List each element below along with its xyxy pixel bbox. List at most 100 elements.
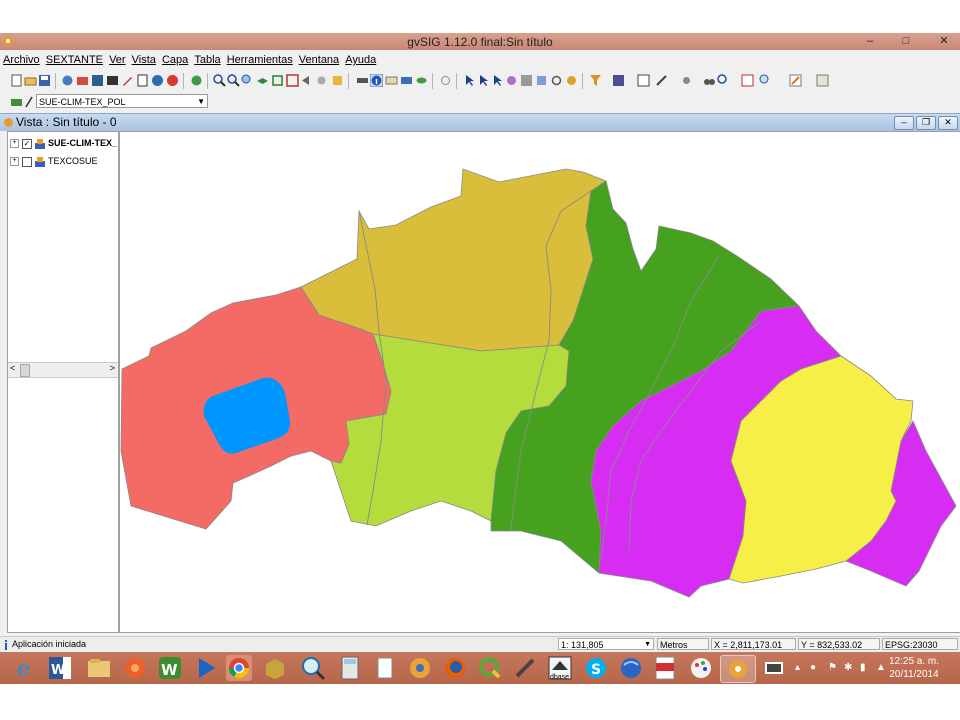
skype-icon[interactable]: S: [583, 655, 609, 681]
scrollbar-thumb[interactable]: [20, 364, 30, 377]
cursor-icon[interactable]: [680, 74, 693, 87]
locator-icon[interactable]: [331, 74, 344, 87]
scale-combo[interactable]: 1: 131,805 ▼: [558, 638, 654, 650]
layer-checkbox-checked[interactable]: ✓: [22, 138, 32, 149]
firefox-icon[interactable]: [442, 655, 468, 681]
zoom-out-icon[interactable]: [227, 74, 240, 87]
gvsig-active-task[interactable]: [720, 655, 756, 683]
menu-ayuda[interactable]: Ayuda: [345, 54, 376, 66]
battery-icon[interactable]: ▮: [860, 662, 866, 673]
view-close-button[interactable]: ✕: [938, 116, 958, 130]
menu-ventana[interactable]: Ventana: [299, 54, 339, 66]
select-poly-icon[interactable]: [491, 74, 504, 87]
menu-capa[interactable]: Capa: [162, 54, 188, 66]
select-pointer-icon[interactable]: [463, 74, 476, 87]
filter-icon[interactable]: [589, 74, 602, 87]
layer-combo[interactable]: SUE-CLIM-TEX_POL ▼: [36, 94, 208, 108]
scroll-right-icon[interactable]: >: [110, 363, 115, 373]
tray-expand-icon[interactable]: ▴: [795, 662, 800, 673]
tool-icon[interactable]: [512, 655, 538, 681]
select-rect-icon[interactable]: [477, 74, 490, 87]
zoom-box-icon[interactable]: [286, 74, 299, 87]
properties-icon[interactable]: [612, 74, 625, 87]
network-icon[interactable]: ●: [810, 662, 816, 673]
toolbox-icon[interactable]: [76, 74, 89, 87]
edit-icon[interactable]: [121, 74, 134, 87]
flag-icon[interactable]: ⚑: [828, 662, 837, 673]
full-extent-icon[interactable]: [271, 74, 284, 87]
expand-icon[interactable]: +: [10, 157, 19, 167]
magnifier-icon[interactable]: [759, 74, 772, 87]
measure-icon[interactable]: [356, 74, 369, 87]
leaf-icon[interactable]: [415, 74, 428, 87]
map-view[interactable]: [119, 131, 960, 633]
select-all-icon[interactable]: [520, 74, 533, 87]
previous-zoom-icon[interactable]: [300, 74, 313, 87]
ie-icon[interactable]: e: [13, 655, 39, 681]
help-icon[interactable]: [151, 74, 164, 87]
table-icon[interactable]: [385, 74, 398, 87]
paint-icon[interactable]: [688, 655, 714, 681]
edit-layer-icon[interactable]: [10, 95, 23, 108]
layers-icon[interactable]: [256, 74, 269, 87]
tools-icon[interactable]: [655, 74, 668, 87]
explorer-icon[interactable]: [86, 655, 112, 681]
map-canvas[interactable]: [120, 132, 960, 632]
expand-icon[interactable]: +: [10, 139, 19, 149]
qgis-icon[interactable]: [477, 655, 503, 681]
word-icon[interactable]: W: [47, 655, 73, 681]
menu-archivo[interactable]: Archivo: [3, 54, 40, 66]
chrome-icon[interactable]: [226, 655, 252, 681]
view-minimize-button[interactable]: –: [894, 116, 914, 130]
open-folder-icon[interactable]: [24, 74, 37, 87]
w-icon[interactable]: W: [157, 655, 183, 681]
close-button[interactable]: ✕: [936, 34, 952, 48]
toc-horizontal-scrollbar[interactable]: < >: [8, 362, 118, 378]
keyboard-icon[interactable]: [765, 662, 783, 674]
zoom-select-icon[interactable]: [241, 74, 254, 87]
earth-icon[interactable]: [618, 655, 644, 681]
new-file-icon[interactable]: [10, 74, 23, 87]
gvsig-icon[interactable]: [407, 655, 433, 681]
select-circle-icon[interactable]: [505, 74, 518, 87]
save-icon[interactable]: [38, 74, 51, 87]
clear-select-icon[interactable]: [565, 74, 578, 87]
chevron-down-icon[interactable]: ▼: [197, 95, 205, 109]
app-icon[interactable]: [122, 655, 148, 681]
minimize-button[interactable]: –: [862, 34, 878, 48]
box-icon[interactable]: [262, 655, 288, 681]
invert-select-icon[interactable]: [550, 74, 563, 87]
system-clock[interactable]: 12:25 a. m. 20/11/2014: [886, 655, 942, 681]
select-layer-icon[interactable]: [535, 74, 548, 87]
sextante-icon[interactable]: [61, 74, 74, 87]
calc-icon[interactable]: [337, 655, 363, 681]
map-region-mustard[interactable]: [300, 168, 607, 352]
bluetooth-icon[interactable]: ✱: [844, 662, 852, 673]
search-icon[interactable]: [300, 655, 326, 681]
view-restore-button[interactable]: ❐: [916, 116, 936, 130]
edit-layer-icon[interactable]: [789, 74, 802, 87]
stop-icon[interactable]: [166, 74, 179, 87]
menu-ver[interactable]: Ver: [109, 54, 126, 66]
export-icon[interactable]: [816, 74, 829, 87]
menu-sextante[interactable]: SEXTANTE: [46, 54, 103, 66]
menu-herramientas[interactable]: Herramientas: [227, 54, 293, 66]
grid-icon[interactable]: [637, 74, 650, 87]
pan-icon[interactable]: [315, 74, 328, 87]
graph-icon[interactable]: [400, 74, 413, 87]
pdf-icon[interactable]: [652, 655, 678, 681]
binoculars-icon[interactable]: [703, 74, 716, 87]
command-icon[interactable]: [106, 74, 119, 87]
signal-icon[interactable]: ▲: [876, 662, 886, 673]
hyperlink-icon[interactable]: [439, 74, 452, 87]
maximize-button[interactable]: □: [898, 34, 914, 48]
toc-layer-texcosue[interactable]: + TEXCOSUE: [10, 154, 98, 168]
file-icon[interactable]: [372, 655, 398, 681]
info-icon[interactable]: [370, 74, 383, 87]
toc-layer-sue-clim[interactable]: + ✓ SUE-CLIM-TEX_: [10, 136, 117, 150]
menu-tabla[interactable]: Tabla: [194, 54, 220, 66]
globe-icon[interactable]: [190, 74, 203, 87]
chevron-down-icon[interactable]: ▼: [644, 639, 651, 651]
layout-icon[interactable]: [741, 74, 754, 87]
menu-vista[interactable]: Vista: [132, 54, 156, 66]
